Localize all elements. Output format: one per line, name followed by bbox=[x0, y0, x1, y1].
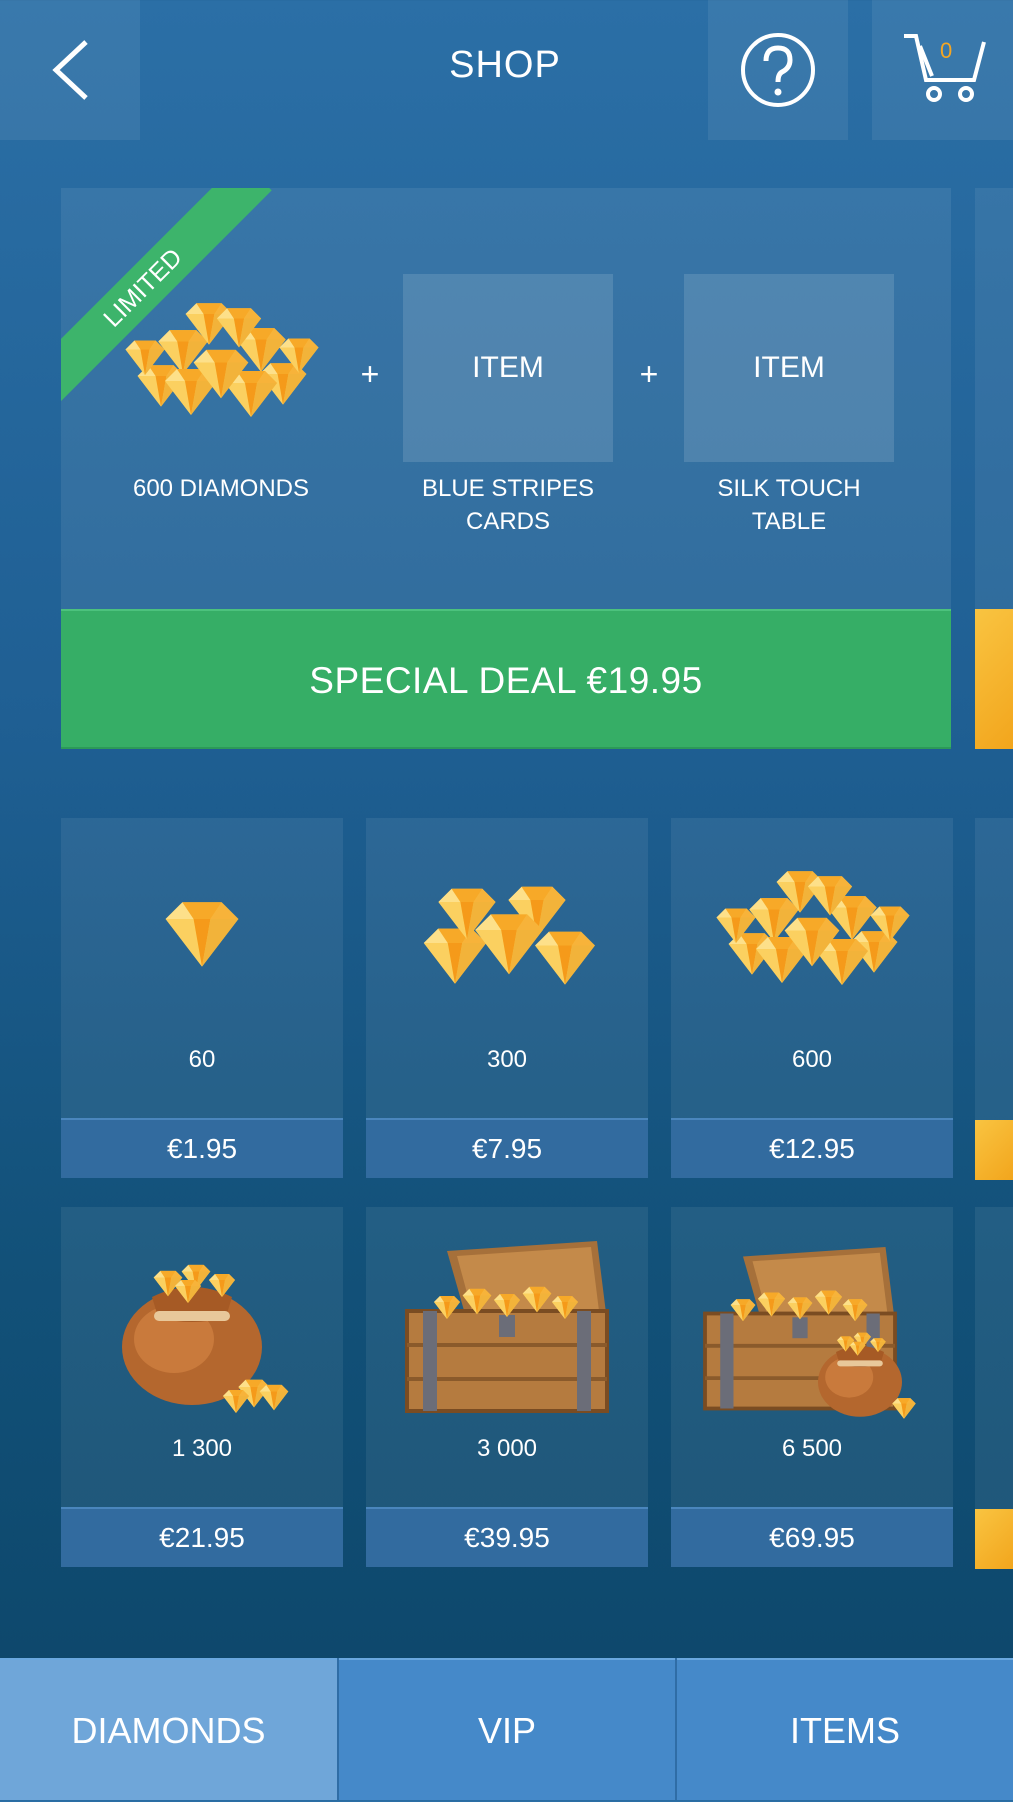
next-card-peek bbox=[975, 1509, 1013, 1569]
product-card[interactable]: 600 €12.95 bbox=[671, 818, 953, 1178]
deal-item-box: ITEM bbox=[684, 274, 894, 462]
product-amount: 60 bbox=[188, 1046, 216, 1073]
next-card-peek bbox=[975, 1207, 1013, 1509]
page-title: SHOP bbox=[449, 44, 561, 86]
cart-button[interactable]: 0 bbox=[872, 0, 1013, 140]
deal-item-label: SILK TOUCH TABLE bbox=[669, 472, 909, 538]
help-icon bbox=[741, 33, 815, 107]
price-button[interactable]: €12.95 bbox=[671, 1118, 953, 1178]
product-amount: 3 000 bbox=[476, 1435, 538, 1462]
product-amount: 1 300 bbox=[171, 1435, 233, 1462]
diamond-pile-icon bbox=[116, 288, 326, 438]
treasure-chest-icon bbox=[397, 1231, 617, 1421]
next-card-peek bbox=[975, 1120, 1013, 1180]
product-amount: 6 500 bbox=[781, 1435, 843, 1462]
special-deal-card[interactable]: LIMITED 600 DIAMONDS + ITEM BLUE STRIPES… bbox=[61, 188, 951, 610]
special-deal-button[interactable]: SPECIAL DEAL €19.95 bbox=[61, 609, 951, 749]
price-button[interactable]: €1.95 bbox=[61, 1118, 343, 1178]
help-button[interactable] bbox=[708, 0, 848, 140]
price-button[interactable]: €21.95 bbox=[61, 1507, 343, 1567]
tab-items[interactable]: ITEMS bbox=[677, 1658, 1013, 1800]
product-card[interactable]: 60 €1.95 bbox=[61, 818, 343, 1178]
product-card[interactable]: 300 €7.95 bbox=[366, 818, 648, 1178]
bottom-tab-bar: DIAMONDS VIP ITEMS bbox=[0, 1658, 1013, 1800]
cart-count: 0 bbox=[940, 38, 953, 63]
product-amount: 300 bbox=[486, 1046, 528, 1073]
plus-sign: + bbox=[360, 356, 380, 392]
deal-item-label-line: SILK TOUCH bbox=[717, 475, 861, 502]
product-card[interactable]: 6 500 €69.95 bbox=[671, 1207, 953, 1567]
next-card-peek bbox=[975, 188, 1013, 610]
product-amount: 600 bbox=[791, 1046, 833, 1073]
tab-vip[interactable]: VIP bbox=[339, 1658, 675, 1800]
chevron-left-icon bbox=[52, 40, 88, 100]
deal-item-label-line: CARDS bbox=[465, 508, 550, 535]
price-button[interactable]: €7.95 bbox=[366, 1118, 648, 1178]
deal-item-label: BLUE STRIPES CARDS bbox=[388, 472, 628, 538]
product-card[interactable]: 1 300 €21.95 bbox=[61, 1207, 343, 1567]
deal-item-label-line: 600 DIAMONDS bbox=[132, 475, 310, 502]
plus-sign: + bbox=[639, 356, 659, 392]
chest-and-bag-icon bbox=[697, 1229, 916, 1419]
price-button[interactable]: €69.95 bbox=[671, 1507, 953, 1567]
next-card-peek bbox=[975, 609, 1013, 749]
single-diamond-icon bbox=[165, 902, 239, 967]
deal-item-label: 600 DIAMONDS bbox=[101, 472, 341, 505]
diamond-pile-icon bbox=[707, 856, 917, 1006]
deal-item-label-line: BLUE STRIPES bbox=[421, 475, 595, 502]
diamond-cluster-icon bbox=[423, 886, 595, 985]
deal-item-label-line: TABLE bbox=[751, 508, 827, 535]
deal-item-box: ITEM bbox=[403, 274, 613, 462]
tab-diamonds[interactable]: DIAMONDS bbox=[0, 1658, 337, 1800]
back-button[interactable] bbox=[0, 0, 140, 140]
product-card[interactable]: 3 000 €39.95 bbox=[366, 1207, 648, 1567]
price-button[interactable]: €39.95 bbox=[366, 1507, 648, 1567]
diamond-bag-icon bbox=[107, 1237, 289, 1413]
next-card-peek bbox=[975, 818, 1013, 1120]
